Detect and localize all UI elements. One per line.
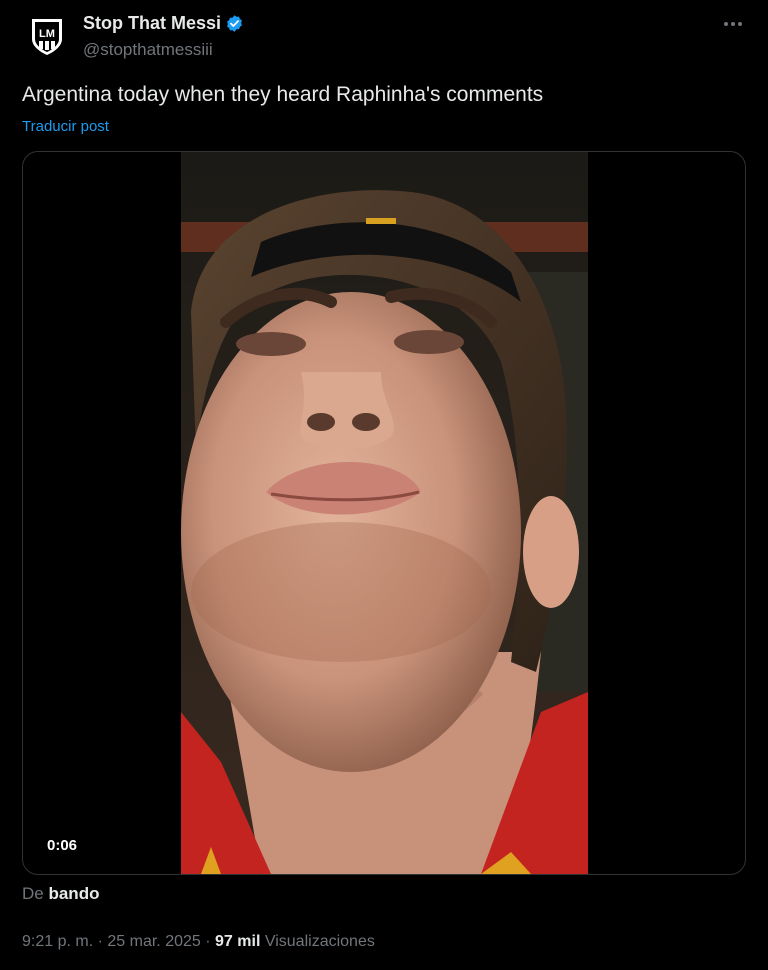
verified-badge-icon — [227, 15, 242, 32]
author-handle[interactable]: @stopthatmessiii — [83, 40, 213, 60]
post-date[interactable]: 25 mar. 2025 — [107, 933, 200, 950]
tweet: LM Stop That Messi @stopthatmessiii Arge… — [0, 0, 768, 970]
shield-logo-icon: LM — [32, 19, 62, 55]
video-still-image — [181, 152, 588, 874]
translate-post-link[interactable]: Traducir post — [22, 118, 109, 135]
author-display-name[interactable]: Stop That Messi — [83, 13, 221, 34]
post-time[interactable]: 9:21 p. m. — [22, 933, 93, 950]
author-name-row[interactable]: Stop That Messi — [83, 13, 244, 34]
meta-separator-1: · — [97, 933, 103, 950]
source-prefix: De — [22, 884, 44, 903]
avatar[interactable]: LM — [22, 12, 72, 62]
meta-separator-2: · — [205, 933, 211, 950]
post-meta: 9:21 p. m. · 25 mar. 2025 · 97 mil Visua… — [22, 933, 375, 951]
source-attribution: De bando — [22, 884, 99, 904]
video-frame[interactable] — [181, 152, 588, 874]
video-player[interactable]: 0:06 — [22, 151, 746, 875]
more-dots-icon[interactable] — [722, 14, 744, 34]
avatar-monogram: LM — [39, 28, 55, 40]
views-count: 97 mil — [215, 933, 261, 950]
source-name[interactable]: bando — [48, 884, 99, 903]
views-label: Visualizaciones — [264, 933, 375, 950]
video-duration: 0:06 — [41, 835, 84, 856]
post-text: Argentina today when they heard Raphinha… — [22, 83, 544, 106]
